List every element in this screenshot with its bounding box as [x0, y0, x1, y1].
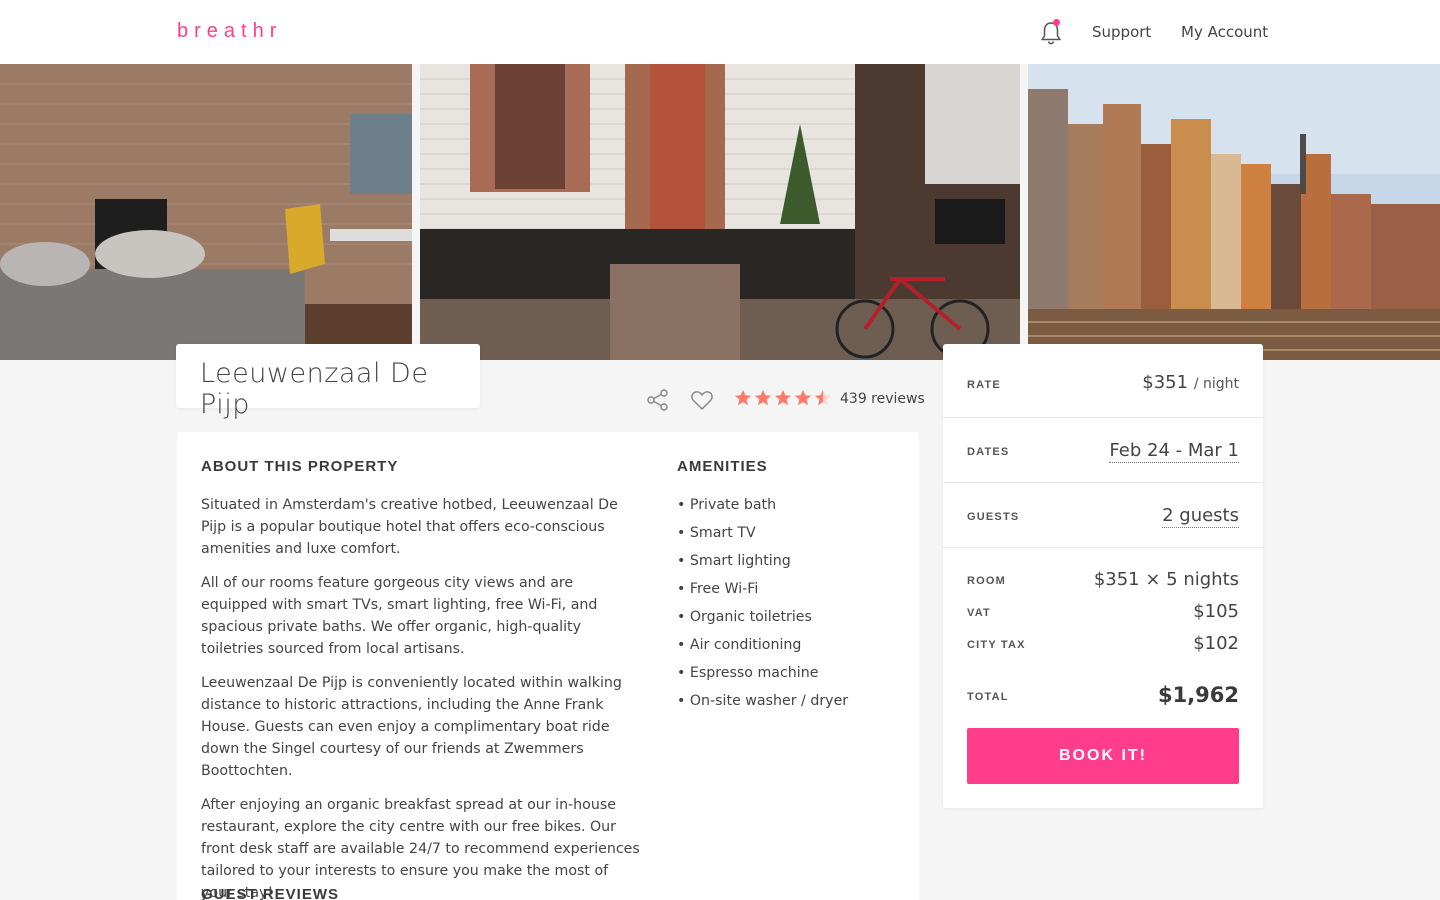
- amenity-item: Private bath: [677, 494, 848, 522]
- property-name: Leeuwenzaal De Pijp: [200, 358, 429, 420]
- guests-row: GUESTS 2 guests: [943, 483, 1263, 548]
- dates-label: DATES: [967, 446, 1010, 458]
- star-icon: [734, 389, 752, 406]
- vat-label: VAT: [967, 607, 991, 619]
- rating-stars: [734, 389, 832, 411]
- total-value: $1,962: [1157, 683, 1239, 707]
- star-icon: [794, 389, 812, 406]
- rate-label: RATE: [967, 379, 1001, 391]
- about-paragraph: After enjoying an organic breakfast spre…: [201, 797, 640, 900]
- hero-photo-living-room[interactable]: [0, 64, 412, 360]
- amenity-item: Smart lighting: [677, 550, 848, 578]
- amenity-item: Free Wi-Fi: [677, 578, 848, 606]
- logo[interactable]: breathr: [177, 20, 282, 43]
- heart-icon[interactable]: [690, 389, 714, 411]
- book-it-button[interactable]: BOOK IT!: [967, 728, 1239, 784]
- about-paragraph: Leeuwenzaal De Pijp is conveniently loca…: [201, 675, 622, 779]
- reviews-count[interactable]: 439 reviews: [840, 391, 925, 407]
- rate-amount: $351: [1142, 372, 1189, 393]
- amenity-item: Smart TV: [677, 522, 848, 550]
- nav-support-link[interactable]: Support: [1092, 23, 1151, 41]
- property-title-card: Leeuwenzaal De Pijp: [176, 344, 480, 420]
- top-header: breathr Support My Account: [0, 0, 1440, 64]
- guests-label: GUESTS: [967, 511, 1020, 523]
- city-tax-label: CITY TAX: [967, 639, 1026, 651]
- total-label: TOTAL: [967, 691, 1009, 703]
- about-heading: ABOUT THIS PROPERTY: [201, 458, 399, 475]
- amenities-list: Private bath Smart TV Smart lighting Fre…: [677, 494, 848, 718]
- amenity-item: Air conditioning: [677, 634, 848, 662]
- about-paragraph: All of our rooms feature gorgeous city v…: [201, 575, 598, 657]
- star-icon: [754, 389, 772, 406]
- about-description: Situated in Amsterdam's creative hotbed,…: [201, 494, 641, 900]
- hero-photo-house-front[interactable]: [420, 64, 1020, 360]
- star-half-icon: [814, 389, 832, 406]
- dates-row: DATES Feb 24 - Mar 1: [943, 418, 1263, 483]
- about-paragraph: Situated in Amsterdam's creative hotbed,…: [201, 497, 618, 557]
- booking-card: RATE $351 / night DATES Feb 24 - Mar 1 G…: [943, 344, 1263, 808]
- guest-reviews-heading: GUEST REVIEWS: [201, 886, 340, 900]
- dates-selector[interactable]: Feb 24 - Mar 1: [1109, 440, 1239, 463]
- nav-my-account-link[interactable]: My Account: [1181, 23, 1268, 41]
- rate-value: $351 / night: [1142, 372, 1239, 393]
- room-label: ROOM: [967, 575, 1007, 587]
- vat-value: $105: [1193, 601, 1239, 622]
- room-value: $351 × 5 nights: [1093, 569, 1239, 590]
- city-tax-value: $102: [1193, 633, 1239, 654]
- amenity-item: On-site washer / dryer: [677, 690, 848, 718]
- notification-dot: [1053, 19, 1060, 26]
- share-icon[interactable]: [646, 389, 670, 411]
- amenities-heading: AMENITIES: [677, 458, 768, 475]
- amenity-item: Organic toiletries: [677, 606, 848, 634]
- rate-row: RATE $351 / night: [943, 344, 1263, 418]
- star-icon: [774, 389, 792, 406]
- amenity-item: Espresso machine: [677, 662, 848, 690]
- rate-unit: / night: [1193, 376, 1239, 392]
- property-details-card: ABOUT THIS PROPERTY Situated in Amsterda…: [177, 432, 919, 900]
- hero-photo-canal-houses[interactable]: [1028, 64, 1440, 360]
- guests-selector[interactable]: 2 guests: [1162, 505, 1239, 528]
- bell-icon[interactable]: [1038, 19, 1064, 47]
